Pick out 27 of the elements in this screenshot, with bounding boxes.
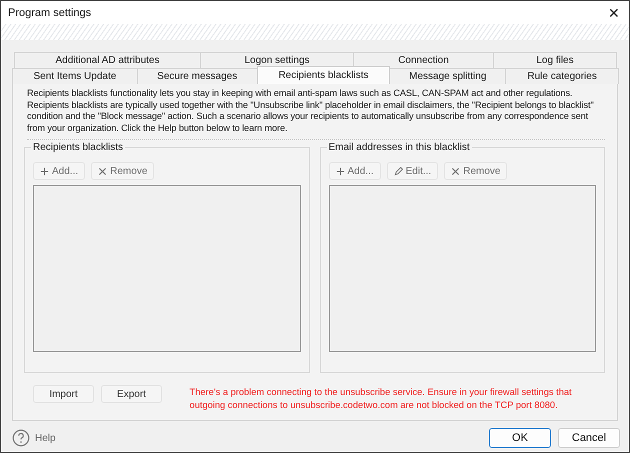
- action-button[interactable]: Export: [101, 385, 162, 403]
- list-box[interactable]: [328, 185, 596, 352]
- close-icon: [451, 166, 460, 176]
- description-text: Recipients blacklists functionality lets you stay in keeping with email anti-spam laws such as CASL, CAN-SPAM act and other regulations. Recipients blacklists are typically used together with the "Unsubscribe link" placeholder in email disclaimers, the "Recipient belongs to blacklist" condition and the "Block message" action. Such a scenario allows your recipients to automatically unsubscribe from any correspondence sent from your organization. Click the Help button below to learn more.: [27, 88, 595, 134]
- close-button[interactable]: ✕: [599, 1, 629, 24]
- tab[interactable]: Recipients blacklists: [256, 66, 390, 84]
- tab[interactable]: Message splitting: [389, 68, 506, 84]
- help-icon[interactable]: [12, 429, 30, 447]
- tab[interactable]: Rule categories: [505, 68, 619, 84]
- list-box[interactable]: [33, 185, 300, 352]
- group-title: Recipients blacklists: [31, 142, 126, 153]
- window-title: Program settings: [8, 6, 92, 18]
- error-message: There's a problem connecting to the unsubscribe service. Ensure in your firewall settings that outgoing connections to unsubscribe.codetwo.com are not blocked on the TCP port 8080.: [190, 386, 573, 412]
- tab[interactable]: Sent Items Update: [12, 68, 138, 84]
- plus-icon: [336, 166, 344, 176]
- tab[interactable]: Additional AD attributes: [14, 52, 201, 68]
- group-title: Email addresses in this blacklist: [326, 142, 472, 153]
- tab[interactable]: Secure messages: [136, 68, 258, 84]
- ok-button[interactable]: OK: [489, 428, 551, 448]
- tab[interactable]: Log files: [493, 52, 617, 68]
- action-button[interactable]: Import: [33, 385, 94, 403]
- tab[interactable]: Logon settings: [200, 52, 354, 68]
- cancel-button[interactable]: Cancel: [558, 428, 620, 448]
- plus-icon: [40, 166, 49, 176]
- close-icon: [98, 166, 108, 176]
- help-link[interactable]: Help: [35, 432, 56, 444]
- pencil-icon: [394, 166, 403, 176]
